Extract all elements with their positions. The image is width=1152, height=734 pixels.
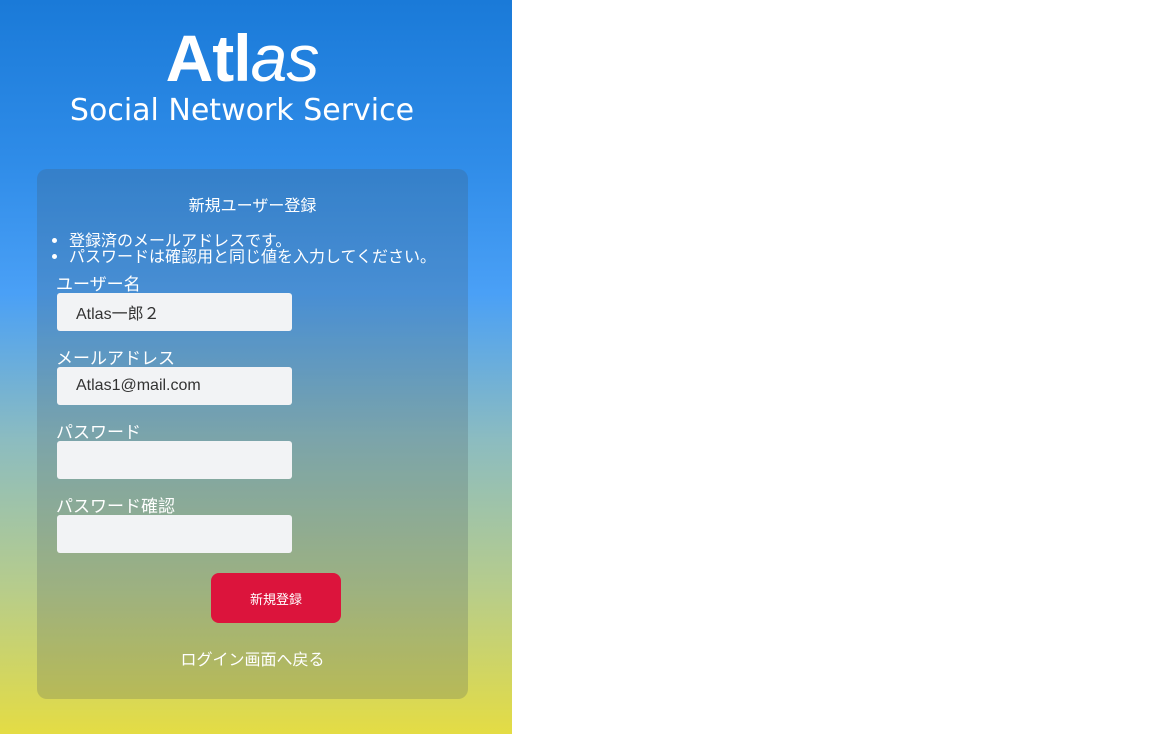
logo-text-soft: as xyxy=(250,21,320,95)
register-button[interactable]: 新規登録 xyxy=(211,573,341,623)
password-confirm-input[interactable] xyxy=(57,515,292,553)
username-input[interactable] xyxy=(57,293,292,331)
error-list: 登録済のメールアドレスです。 パスワードは確認用と同じ値を入力してください。 xyxy=(69,233,436,265)
email-input[interactable] xyxy=(57,367,292,405)
logo-text-strong: Atl xyxy=(165,21,252,95)
password-confirm-label: パスワード確認 xyxy=(56,497,175,517)
back-to-login-link[interactable]: ログイン画面へ戻る xyxy=(37,650,468,670)
email-label: メールアドレス xyxy=(56,349,175,369)
atlas-logo: Atlas xyxy=(0,22,484,94)
password-input[interactable] xyxy=(57,441,292,479)
username-label: ユーザー名 xyxy=(56,275,141,295)
blank-area xyxy=(512,0,1152,734)
error-message: パスワードは確認用と同じ値を入力してください。 xyxy=(69,249,436,265)
tagline: Social Network Service xyxy=(69,93,415,128)
register-form-card: 新規ユーザー登録 登録済のメールアドレスです。 パスワードは確認用と同じ値を入力… xyxy=(37,169,468,699)
background-panel: Atlas Social Network Service 新規ユーザー登録 登録… xyxy=(0,0,512,734)
form-title: 新規ユーザー登録 xyxy=(188,196,317,215)
password-label: パスワード xyxy=(56,423,141,443)
